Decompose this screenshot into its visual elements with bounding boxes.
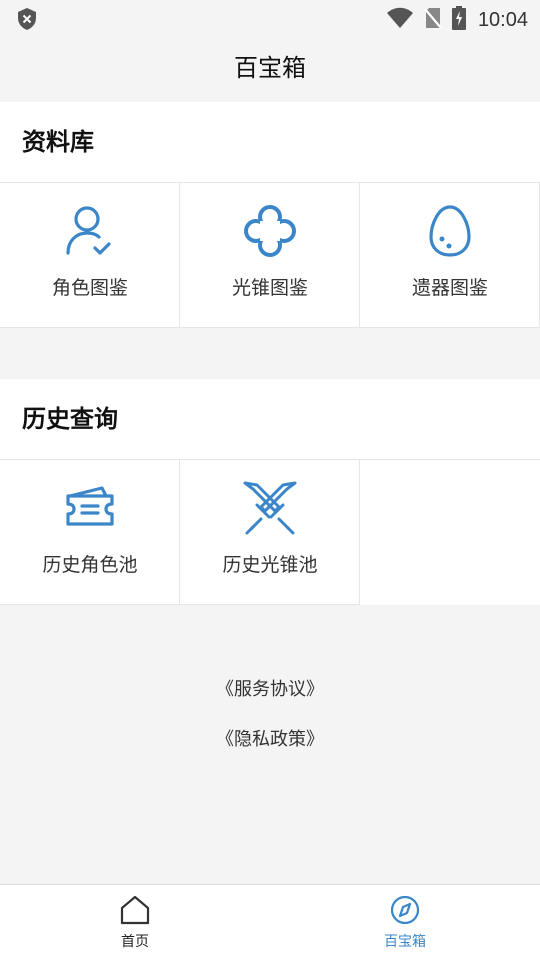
egg-icon — [360, 203, 540, 259]
nav-home-tab[interactable]: 首页 — [85, 895, 185, 951]
compass-icon — [389, 895, 421, 929]
history-section-title: 历史查询 — [0, 379, 540, 460]
wifi-icon — [386, 7, 414, 33]
ticket-icon — [0, 480, 180, 536]
home-icon — [119, 895, 151, 929]
history-section: 历史查询 历史角色池 历史光锥池 — [0, 379, 540, 605]
shield-icon — [16, 7, 38, 35]
character-banner-history-button[interactable]: 历史角色池 — [0, 460, 180, 605]
character-user-icon — [0, 203, 180, 259]
empty-cell — [360, 460, 540, 605]
character-gallery-label: 角色图鉴 — [51, 277, 128, 299]
library-section-title: 资料库 — [0, 102, 540, 183]
nav-toolbox-label: 百宝箱 — [384, 934, 426, 950]
status-bar: 10:04 — [0, 0, 540, 36]
character-gallery-button[interactable]: 角色图鉴 — [0, 183, 180, 328]
relic-gallery-label: 遗器图鉴 — [411, 277, 488, 299]
light-cone-banner-history-label: 历史光锥池 — [222, 554, 318, 576]
bottom-nav: 首页 百宝箱 — [0, 884, 540, 961]
app-header: 百宝箱 — [0, 36, 540, 102]
clock-time: 10:04 — [477, 8, 528, 31]
page-title: 百宝箱 — [234, 54, 306, 82]
relic-gallery-button[interactable]: 遗器图鉴 — [360, 183, 540, 328]
no-sim-icon — [424, 7, 442, 33]
light-cone-gallery-button[interactable]: 光锥图鉴 — [180, 183, 360, 328]
privacy-policy-link[interactable]: 《隐私政策》 — [0, 718, 540, 768]
light-cone-banner-history-button[interactable]: 历史光锥池 — [180, 460, 360, 605]
light-cone-gallery-label: 光锥图鉴 — [231, 277, 308, 299]
footer-links: 《服务协议》 《隐私政策》 — [0, 668, 540, 768]
library-section: 资料库 角色图鉴 光锥图鉴 遗器图鉴 — [0, 102, 540, 328]
service-agreement-link[interactable]: 《服务协议》 — [0, 668, 540, 718]
battery-charging-icon — [451, 6, 466, 34]
nav-home-label: 首页 — [121, 934, 149, 950]
clover-icon — [180, 203, 360, 259]
crossed-swords-icon — [180, 480, 360, 536]
nav-toolbox-tab[interactable]: 百宝箱 — [355, 895, 455, 951]
character-banner-history-label: 历史角色池 — [42, 554, 138, 576]
